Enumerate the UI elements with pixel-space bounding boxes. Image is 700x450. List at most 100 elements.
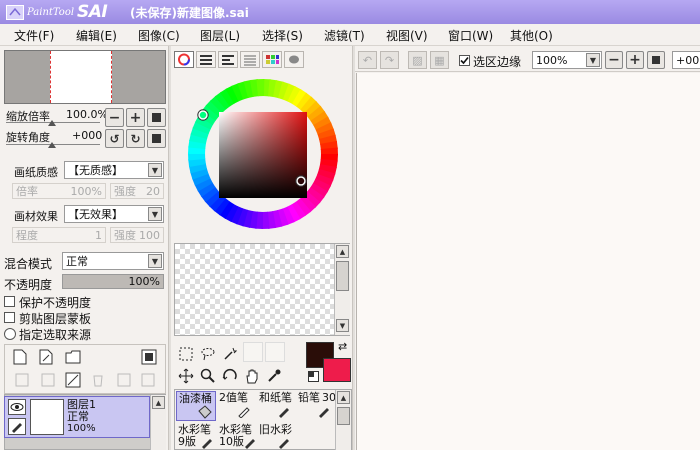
menu-view[interactable]: 视图(V)	[386, 27, 428, 44]
paper-strength-field: 强度 20	[110, 183, 164, 199]
scroll-thumb[interactable]	[337, 407, 350, 425]
delete-layer-icon[interactable]	[91, 373, 105, 387]
color-swatch-area[interactable]	[174, 243, 350, 336]
check-icon	[460, 56, 469, 65]
minus-icon: −	[108, 109, 121, 126]
bucket-icon	[198, 405, 212, 419]
color-mix-tab[interactable]	[240, 51, 260, 68]
secondary-color-swatch[interactable]	[323, 358, 351, 382]
protect-opacity-label: 保护不透明度	[19, 296, 92, 310]
rgb-slider-tab[interactable]	[196, 51, 216, 68]
new-layer-icon[interactable]	[13, 349, 27, 365]
paper-scale-field: 倍率 100%	[12, 183, 106, 199]
canvas-rotate-field[interactable]: +000	[672, 51, 700, 69]
rotate-left-icon: ↺	[109, 131, 120, 146]
drawing-canvas[interactable]	[356, 73, 700, 450]
protect-opacity-checkbox[interactable]	[4, 296, 15, 307]
scratchpad-tab[interactable]	[284, 51, 304, 68]
paper-texture-select[interactable]: 【无质感】 ▼	[64, 161, 164, 179]
menu-file[interactable]: 文件(F)	[14, 27, 54, 44]
canvas-rotate-value: +000	[676, 53, 700, 67]
color-wheel-tab[interactable]	[174, 51, 194, 68]
canvas-zoom-reset-button[interactable]	[647, 51, 665, 69]
selection-source-radio[interactable]	[4, 328, 16, 340]
rotate-view-icon[interactable]	[220, 366, 240, 386]
zoom-reset-button[interactable]	[147, 108, 166, 127]
zoom-out-button[interactable]: −	[105, 108, 124, 127]
brush-slot-pencil[interactable]: 铅笔 30	[297, 391, 336, 421]
redo-icon[interactable]: ↷	[380, 51, 399, 69]
layer-list-scrollbar[interactable]: ▲	[150, 395, 166, 450]
rotate-slider-knob[interactable]	[48, 142, 56, 148]
layer-mask-icon[interactable]	[141, 349, 157, 365]
clip-mask-checkbox[interactable]	[4, 312, 15, 323]
brush-slot-bucket[interactable]: 油漆桶	[176, 391, 216, 421]
scroll-down-icon[interactable]: ▼	[336, 319, 349, 332]
panel-splitter-right[interactable]	[352, 46, 355, 450]
rect-select-icon[interactable]	[176, 344, 196, 364]
deselect-icon[interactable]: ▨	[408, 51, 427, 69]
opacity-slider[interactable]: 100%	[62, 274, 164, 289]
menu-filter[interactable]: 滤镜(T)	[324, 27, 365, 44]
title-bar: PaintTool SAI (未保存)新建图像.sai	[0, 0, 700, 24]
clear-selection-icon[interactable]: ▦	[430, 51, 449, 69]
swap-colors-icon[interactable]: ⇄	[338, 340, 347, 353]
lasso-icon[interactable]	[198, 344, 218, 364]
brush-scrollbar[interactable]: ▲	[335, 390, 351, 450]
scroll-up-icon[interactable]: ▲	[336, 245, 349, 258]
blend-mode-select[interactable]: 正常 ▼	[62, 252, 164, 270]
menu-select[interactable]: 选择(S)	[262, 27, 303, 44]
brush-slot-washi-pen[interactable]: 和纸笔	[257, 391, 297, 421]
merge-visible-icon[interactable]	[117, 373, 131, 387]
pen-icon[interactable]	[8, 418, 26, 435]
flatten-icon[interactable]	[141, 373, 155, 387]
menu-image[interactable]: 图像(C)	[138, 27, 180, 44]
brush-slot-binary-pen[interactable]: 2值笔	[217, 391, 257, 421]
clear-layer-icon[interactable]	[65, 372, 81, 388]
layer-item[interactable]: 图层1 正常 100%	[4, 396, 150, 438]
magic-wand-icon[interactable]	[220, 344, 240, 364]
panel-splitter-left[interactable]	[168, 46, 171, 450]
move-icon[interactable]	[176, 366, 196, 386]
eye-icon[interactable]	[8, 399, 26, 415]
paper-scale-label: 倍率	[16, 185, 38, 198]
scroll-thumb[interactable]	[336, 261, 349, 291]
brush-effect-select[interactable]: 【无效果】 ▼	[64, 205, 164, 223]
rotate-reset-button[interactable]	[147, 129, 166, 148]
brush-slot-watercolor-10[interactable]: 水彩笔 10版	[217, 423, 257, 450]
merge-down-icon[interactable]	[41, 373, 55, 387]
menu-edit[interactable]: 编辑(E)	[76, 27, 117, 44]
rotate-right-button[interactable]: ↻	[126, 129, 145, 148]
scroll-up-icon[interactable]: ▲	[152, 396, 165, 409]
canvas-zoom-out-button[interactable]: −	[605, 51, 623, 69]
zoom-icon[interactable]	[198, 366, 218, 386]
brush-slot-old-watercolor[interactable]: 旧水彩	[257, 423, 297, 450]
reset-colors-icon[interactable]	[308, 371, 319, 382]
rotate-left-button[interactable]: ↺	[105, 129, 124, 148]
hand-icon[interactable]	[242, 366, 262, 386]
swatch-scrollbar[interactable]: ▲ ▼	[334, 244, 350, 335]
canvas-zoom-in-button[interactable]: +	[626, 51, 644, 69]
hsv-slider-tab[interactable]	[218, 51, 238, 68]
menu-other[interactable]: 其他(O)	[510, 27, 553, 44]
undo-icon[interactable]: ↶	[358, 51, 377, 69]
zoom-in-button[interactable]: +	[126, 108, 145, 127]
paper-scale-value: 100%	[70, 184, 102, 198]
scroll-up-icon[interactable]: ▲	[337, 391, 350, 404]
canvas-zoom-select[interactable]: 100% ▼	[532, 51, 602, 69]
navigator-preview[interactable]	[4, 50, 166, 104]
zoom-slider-knob[interactable]	[48, 120, 56, 126]
new-linework-layer-icon[interactable]	[39, 349, 53, 365]
opacity-value: 100%	[128, 275, 160, 288]
color-wheel[interactable]	[174, 72, 352, 237]
swatches-tab[interactable]	[262, 51, 282, 68]
selection-edge-checkbox[interactable]	[459, 55, 470, 66]
brush-slot-watercolor-9[interactable]: 水彩笔 9版	[176, 423, 216, 450]
menu-layer[interactable]: 图层(L)	[200, 27, 240, 44]
menu-window[interactable]: 窗口(W)	[448, 27, 493, 44]
new-folder-icon[interactable]	[65, 350, 81, 364]
transfer-down-icon[interactable]	[15, 373, 29, 387]
clip-mask-label: 剪贴图层蒙板	[19, 312, 92, 326]
brush-label: 铅笔	[298, 391, 320, 404]
eyedropper-icon[interactable]	[264, 366, 284, 386]
